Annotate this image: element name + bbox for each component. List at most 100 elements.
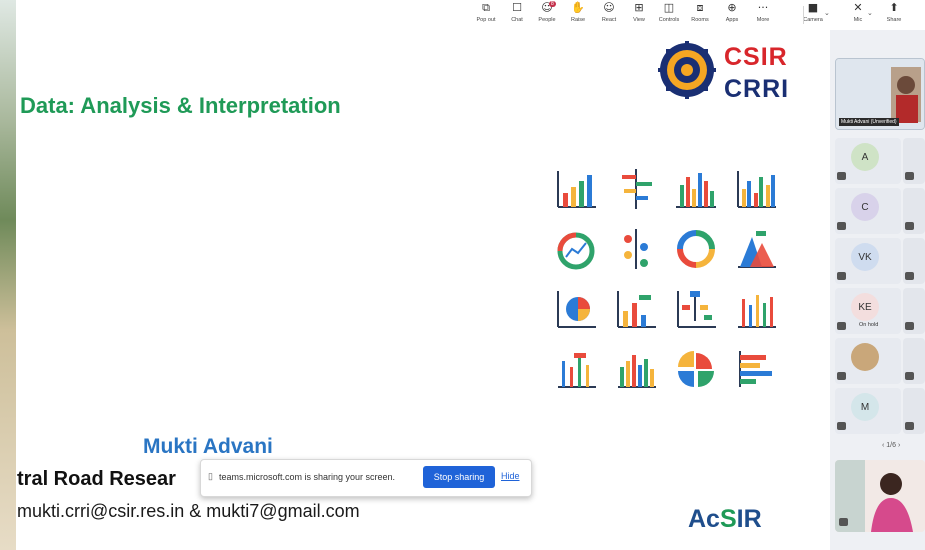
- react-button[interactable]: ☺ React: [595, 1, 623, 29]
- participant-tile-partial[interactable]: [903, 188, 925, 234]
- csir-crri-logo: CSIR CRRI: [658, 41, 804, 111]
- background-strip: [0, 0, 16, 550]
- stem-chart-icon: [738, 295, 776, 328]
- camera-options-caret[interactable]: ⌄: [824, 9, 830, 17]
- toolbar-label: Mic: [853, 17, 863, 23]
- avatar: C: [851, 193, 879, 221]
- toolbar-divider: [803, 6, 804, 24]
- presenter-name-label: Mukti Advani (Unverified): [839, 118, 899, 126]
- process-chart-icon: [624, 229, 648, 269]
- share-button[interactable]: ⬆ Share: [880, 1, 908, 29]
- apps-icon: ⊕: [727, 1, 737, 14]
- more-button[interactable]: ··· More: [749, 1, 777, 29]
- self-video: [835, 460, 925, 532]
- toolbar-label: Apps: [725, 17, 739, 23]
- participant-pager[interactable]: ‹ 1/6 ›: [882, 442, 900, 449]
- mic-muted-icon: [905, 422, 914, 430]
- mic-muted-icon: [905, 322, 914, 330]
- mic-muted-icon: [837, 322, 846, 330]
- timeline-chart-icon: [622, 169, 652, 209]
- acsir-logo-part: Ac: [688, 505, 720, 533]
- mic-muted-icon: [837, 422, 846, 430]
- column-chart-icon: [676, 173, 716, 208]
- mic-muted-icon: [837, 222, 846, 230]
- participants-panel: Mukti Advani (Unverified) A C VK KE On hold M…: [830, 30, 925, 550]
- area-chart-icon: [738, 231, 776, 268]
- multi-bar-icon: [618, 355, 656, 388]
- crri-logo-text: CRRI: [724, 75, 790, 103]
- participant-tile[interactable]: A: [835, 138, 901, 184]
- acsir-logo-part: IR: [736, 505, 762, 533]
- meeting-toolbar: ⧉ Pop out ☐ Chat ☺ 8 People ✋ Raise ☺ React ⊞ View ◫ C…: [16, 0, 925, 31]
- mic-muted-icon: [837, 372, 846, 380]
- mic-muted-icon: [837, 272, 846, 280]
- avatar: M: [851, 393, 879, 421]
- participant-tile[interactable]: VK: [835, 238, 901, 284]
- mic-muted-icon: [839, 518, 848, 526]
- toolbar-label: Share: [886, 17, 902, 23]
- participant-tile[interactable]: M: [835, 388, 901, 434]
- hide-link[interactable]: Hide: [501, 471, 520, 481]
- bar-chart-icon: [557, 171, 596, 208]
- people-count-badge: 8: [549, 1, 556, 7]
- chat-button[interactable]: ☐ Chat: [503, 1, 531, 29]
- participant-tile[interactable]: [835, 338, 901, 384]
- exploded-pie-icon: [678, 351, 714, 387]
- gauge-chart-icon: [557, 232, 595, 270]
- participant-tile-partial[interactable]: [903, 288, 925, 334]
- controls-icon: ◫: [663, 1, 675, 14]
- hand-icon: ✋: [571, 1, 585, 14]
- organization-name: tral Road Resear: [17, 468, 176, 490]
- toolbar-label: React: [601, 17, 617, 23]
- mic-muted-icon: [905, 272, 914, 280]
- react-icon: ☺: [603, 1, 615, 14]
- pop-out-button[interactable]: ⧉ Pop out: [472, 1, 500, 29]
- pager-next-icon[interactable]: ›: [896, 442, 900, 449]
- mic-options-caret[interactable]: ⌄: [867, 9, 873, 17]
- lollipop-chart-icon: [558, 353, 596, 388]
- toolbar-label: Raise: [570, 17, 586, 23]
- share-indicator-icon: ▯: [208, 471, 213, 481]
- toolbar-label: Rooms: [691, 17, 709, 23]
- mic-muted-icon: [905, 372, 914, 380]
- raise-button[interactable]: ✋ Raise: [564, 1, 592, 29]
- cycle-chart-icon: [677, 230, 715, 268]
- stop-sharing-button[interactable]: Stop sharing: [423, 466, 495, 488]
- acsir-logo: AcSIR: [688, 505, 762, 534]
- participant-tile[interactable]: C: [835, 188, 901, 234]
- participant-tile[interactable]: KE On hold: [835, 288, 901, 334]
- toolbar-label: Controls: [658, 17, 680, 23]
- participant-tile-partial[interactable]: [903, 388, 925, 434]
- contact-email: mukti.crri@csir.res.in & mukti7@gmail.co…: [17, 501, 360, 521]
- grouped-bar-icon: [737, 171, 776, 208]
- toolbar-label: More: [756, 17, 770, 23]
- view-icon: ⊞: [634, 1, 644, 14]
- avatar: [851, 343, 879, 371]
- participant-tile-partial[interactable]: [903, 238, 925, 284]
- csir-gear-icon: [658, 41, 716, 99]
- avatar: VK: [851, 243, 879, 271]
- mic-muted-icon: [905, 172, 914, 180]
- pie-chart-icon: [557, 291, 596, 328]
- share-icon: ⬆: [889, 1, 899, 14]
- mic-muted-icon: [905, 222, 914, 230]
- rooms-button[interactable]: ⧈ Rooms: [686, 1, 714, 29]
- controls-button[interactable]: ◫ Controls: [655, 1, 683, 29]
- participant-status: On hold: [859, 322, 879, 328]
- toolbar-label: Camera: [803, 17, 823, 23]
- view-button[interactable]: ⊞ View: [625, 1, 653, 29]
- people-button[interactable]: ☺ 8 People: [533, 1, 561, 29]
- slide-title: Data: Analysis & Interpretation: [20, 93, 341, 118]
- pop-out-icon: ⧉: [482, 1, 490, 14]
- chat-icon: ☐: [512, 1, 522, 14]
- speaker-name: Mukti Advani: [143, 435, 273, 458]
- presenter-video-tile[interactable]: Mukti Advani (Unverified): [835, 58, 925, 130]
- toolbar-label: View: [633, 17, 645, 23]
- participant-tile-partial[interactable]: [903, 338, 925, 384]
- avatar: KE: [851, 293, 879, 321]
- self-video-tile[interactable]: [835, 460, 925, 532]
- horizontal-bar-icon: [739, 351, 772, 387]
- participant-tile-partial[interactable]: [903, 138, 925, 184]
- apps-button[interactable]: ⊕ Apps: [718, 1, 746, 29]
- rooms-icon: ⧈: [696, 1, 704, 14]
